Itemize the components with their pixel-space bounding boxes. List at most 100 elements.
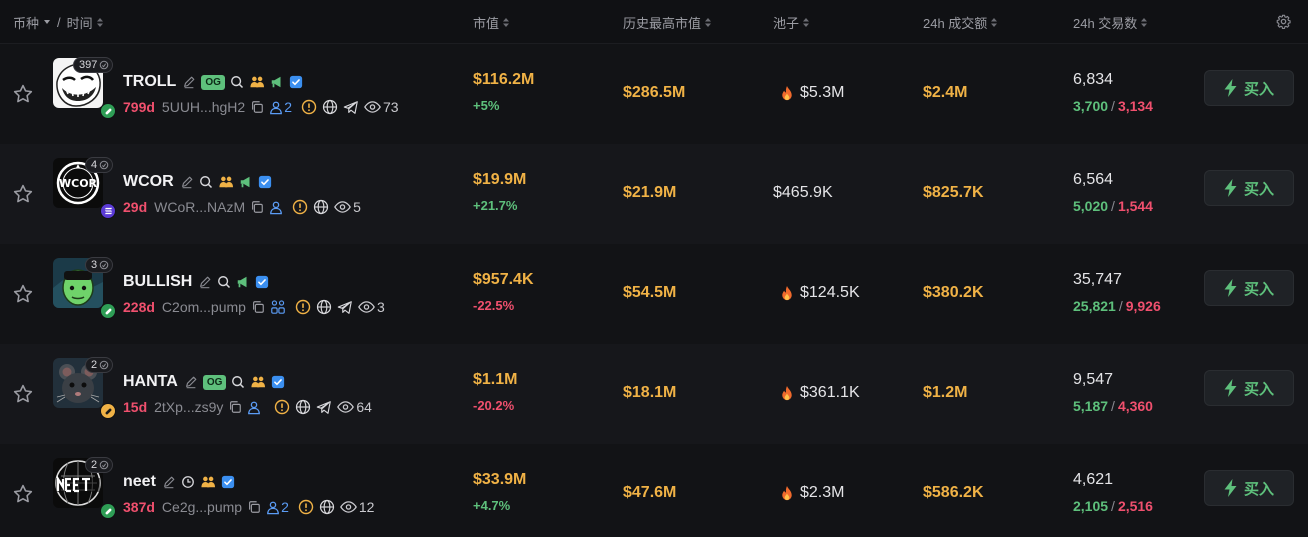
token-symbol[interactable]: neet <box>123 473 156 491</box>
copy-icon[interactable] <box>247 500 261 514</box>
verified-icon <box>289 75 303 89</box>
contract-address[interactable]: C2om...pump <box>162 299 246 315</box>
edit-icon[interactable] <box>184 375 198 389</box>
star-icon[interactable] <box>12 183 34 205</box>
copy-icon[interactable] <box>228 400 242 414</box>
warning-icon[interactable] <box>301 99 317 115</box>
contract-address[interactable]: Ce2g...pump <box>162 499 242 515</box>
globe-icon[interactable] <box>313 199 329 215</box>
globe-icon[interactable] <box>295 399 311 415</box>
dev-holders-count: 2 <box>284 99 292 115</box>
warning-icon[interactable] <box>295 299 311 315</box>
buy-button-label: 买入 <box>1243 80 1274 98</box>
header-mcap-label: 市值 <box>473 15 500 31</box>
chain-badge <box>100 403 116 419</box>
gear-icon[interactable] <box>1276 14 1291 29</box>
sort-icon <box>1141 17 1148 27</box>
holders-badge: 2 <box>85 457 114 473</box>
contract-address[interactable]: 5UUH...hgH2 <box>162 99 245 115</box>
star-icon[interactable] <box>12 83 34 105</box>
copy-icon[interactable] <box>251 300 265 314</box>
pool-liquidity: $124.5K <box>780 284 860 302</box>
token-symbol[interactable]: BULLISH <box>123 273 192 291</box>
buy-count: 3,700 <box>1073 98 1109 114</box>
copy-icon[interactable] <box>250 100 264 114</box>
bundle-icon[interactable] <box>270 299 286 315</box>
buy-button[interactable]: 买入 <box>1204 270 1294 306</box>
buy-button[interactable]: 买入 <box>1204 370 1294 406</box>
dev-holders[interactable]: 2 <box>269 99 292 115</box>
header-token-time[interactable]: 币种 / 时间 <box>13 0 103 44</box>
volume-24h: $380.2K <box>923 284 984 301</box>
token-symbol[interactable]: WCOR <box>123 173 174 191</box>
copy-icon[interactable] <box>250 200 264 214</box>
volume-24h: $1.2M <box>923 384 968 401</box>
header-ath[interactable]: 历史最高市值 <box>623 0 712 44</box>
txs-24h: 6,564 <box>1073 171 1114 188</box>
header-mcap[interactable]: 市值 <box>473 0 510 44</box>
user-icon[interactable] <box>247 400 261 415</box>
buy-button[interactable]: 买入 <box>1204 70 1294 106</box>
table-row[interactable]: 2 HANTA OG 15d 2tXp...zs9y 64 $1.1M -20.… <box>0 344 1308 444</box>
buy-button[interactable]: 买入 <box>1204 470 1294 506</box>
telegram-icon[interactable] <box>316 400 332 415</box>
dev-holders[interactable]: 2 <box>266 499 289 515</box>
ath-market-cap: $18.1M <box>623 384 677 401</box>
buy-button[interactable]: 买入 <box>1204 170 1294 206</box>
views: 3 <box>358 299 385 315</box>
views-count: 64 <box>356 399 372 415</box>
volume-24h: $2.4M <box>923 84 968 101</box>
edit-icon[interactable] <box>182 75 196 89</box>
globe-icon[interactable] <box>322 99 338 115</box>
table-row[interactable]: 2 neet 387d Ce2g...pump 2 12 $33.9M +4.7… <box>0 444 1308 537</box>
holders-badge: 2 <box>85 357 114 373</box>
warning-icon[interactable] <box>292 199 308 215</box>
globe-icon[interactable] <box>319 499 335 515</box>
star-icon[interactable] <box>12 383 34 405</box>
header-txs[interactable]: 24h 交易数 <box>1073 0 1148 44</box>
views-count: 5 <box>353 199 361 215</box>
token-meta-line: 228d C2om...pump 3 <box>123 296 385 318</box>
market-cap: $957.4K <box>473 271 534 288</box>
price-change: +4.7% <box>473 498 511 513</box>
header-pool[interactable]: 池子 <box>773 0 810 44</box>
token-age: 799d <box>123 99 155 115</box>
edit-icon[interactable] <box>180 175 194 189</box>
search-icon[interactable] <box>199 175 213 189</box>
people-icon <box>201 476 215 488</box>
star-icon[interactable] <box>12 283 34 305</box>
warning-icon[interactable] <box>298 499 314 515</box>
contract-address[interactable]: WCoR...NAzM <box>154 199 245 215</box>
star-icon[interactable] <box>12 483 34 505</box>
pool-value: $5.3M <box>800 84 845 101</box>
refresh-icon <box>99 160 109 170</box>
buy-count: 5,020 <box>1073 198 1109 214</box>
token-symbol[interactable]: TROLL <box>123 73 176 91</box>
holders-count: 2 <box>91 459 98 471</box>
edit-icon[interactable] <box>198 275 212 289</box>
verified-icon <box>256 275 269 289</box>
holders-count: 3 <box>91 259 98 271</box>
buy-sell-counts: 25,821/9,926 <box>1073 298 1161 314</box>
table-row[interactable]: 397 TROLL OG 799d 5UUH...hgH2 2 73 $116.… <box>0 44 1308 144</box>
telegram-icon[interactable] <box>337 300 353 315</box>
table-row[interactable]: WCOR 4 WCOR 29d WCoR...NAzM 5 $19.9M +21… <box>0 144 1308 244</box>
txs-24h: 9,547 <box>1073 371 1114 388</box>
token-symbol[interactable]: HANTA <box>123 373 178 391</box>
search-icon[interactable] <box>231 375 245 389</box>
globe-icon[interactable] <box>316 299 332 315</box>
people-icon <box>219 176 233 188</box>
user-icon[interactable] <box>269 200 283 215</box>
pool-liquidity: $361.1K <box>780 384 860 402</box>
user-icon <box>267 501 280 514</box>
contract-address[interactable]: 2tXp...zs9y <box>154 399 223 415</box>
warning-icon[interactable] <box>274 399 290 415</box>
telegram-icon[interactable] <box>343 100 359 115</box>
search-icon[interactable] <box>230 75 244 89</box>
og-badge: OG <box>202 374 227 390</box>
header-volume[interactable]: 24h 成交额 <box>923 0 998 44</box>
buy-count: 2,105 <box>1073 498 1109 514</box>
table-row[interactable]: 3 BULLISH 228d C2om...pump 3 $957.4K -22… <box>0 244 1308 344</box>
search-icon[interactable] <box>217 275 231 289</box>
edit-icon[interactable] <box>162 475 176 489</box>
